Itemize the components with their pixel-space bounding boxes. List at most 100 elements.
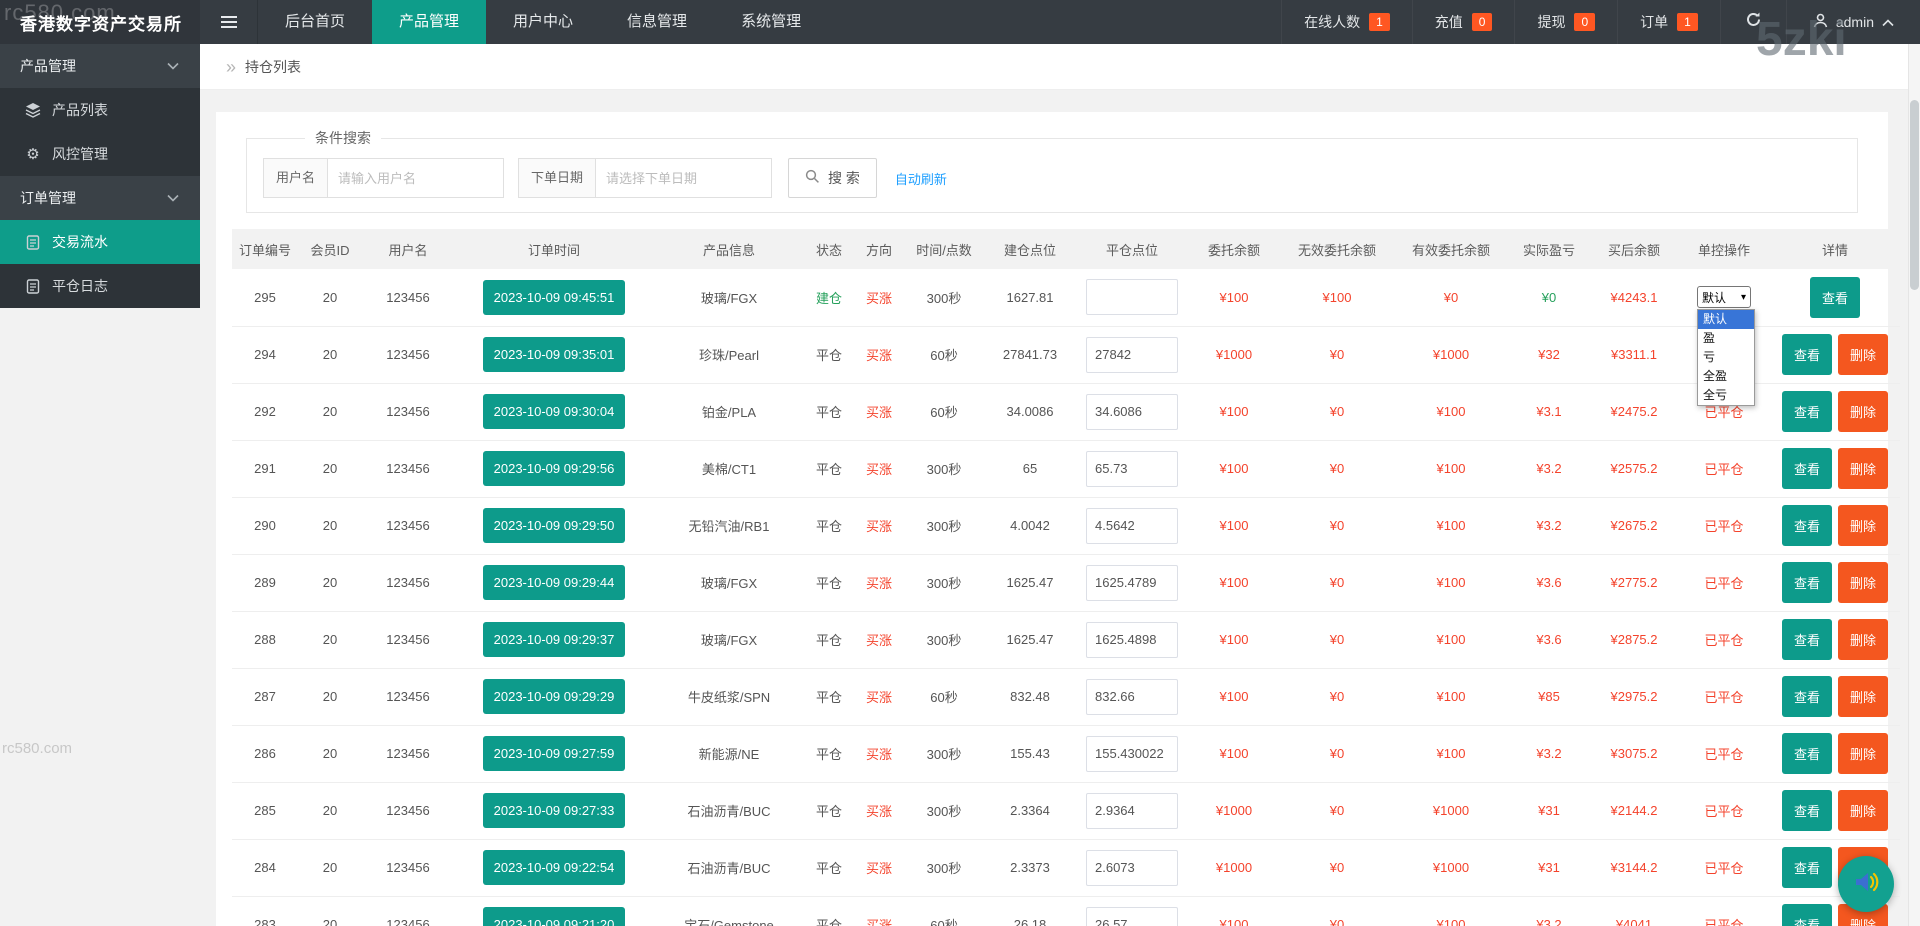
auto-refresh-link[interactable]: 自动刷新	[895, 169, 947, 188]
nav-item[interactable]: 系统管理	[714, 0, 828, 44]
delete-button[interactable]: 删除	[1838, 448, 1889, 489]
valid-entrust-balance: ¥100	[1436, 575, 1466, 590]
breadcrumb: » 持仓列表	[200, 44, 1920, 90]
layers-icon	[24, 102, 42, 118]
sidebar-group[interactable]: 产品管理	[0, 44, 200, 88]
view-button[interactable]: 查看	[1781, 562, 1832, 603]
select-option[interactable]: 全亏	[1698, 386, 1754, 405]
delete-button[interactable]: 删除	[1838, 619, 1889, 660]
sidebar-item[interactable]: 平仓日志	[0, 264, 200, 308]
open-point-cell: 1625.47	[984, 611, 1076, 669]
duration-cell: 300秒	[904, 725, 984, 783]
delete-button[interactable]: 删除	[1838, 334, 1889, 375]
product-cell: 宝石/Gemstone	[654, 896, 804, 926]
close-point-input[interactable]	[1086, 393, 1178, 430]
sound-notification-button[interactable]	[1838, 856, 1894, 912]
username-input[interactable]	[328, 158, 505, 198]
refresh-button[interactable]	[1719, 0, 1786, 44]
nav-item[interactable]: 用户中心	[486, 0, 600, 44]
control-cell: 已平仓	[1678, 668, 1770, 726]
view-button[interactable]: 查看	[1781, 334, 1832, 375]
entrust-cell: ¥100	[1188, 269, 1280, 327]
closed-status-label: 已平仓	[1704, 462, 1744, 477]
after-balance-value: ¥2575.2	[1610, 461, 1658, 476]
view-button[interactable]: 查看	[1781, 505, 1832, 546]
delete-button[interactable]: 删除	[1838, 562, 1889, 603]
delete-button[interactable]: 删除	[1838, 505, 1889, 546]
select-option[interactable]: 亏	[1698, 348, 1754, 367]
delete-button[interactable]: 删除	[1838, 733, 1889, 774]
delete-button[interactable]: 删除	[1838, 790, 1889, 831]
close-point-input[interactable]	[1086, 336, 1178, 373]
direction-cell: 买涨	[854, 269, 904, 327]
entrust-cell: ¥100	[1188, 383, 1280, 441]
view-button[interactable]: 查看	[1781, 904, 1832, 926]
entrust-balance: ¥1000	[1215, 347, 1253, 362]
after-balance-cell: ¥2144.2	[1590, 782, 1678, 840]
close-point-input[interactable]	[1086, 906, 1178, 926]
nav-stat[interactable]: 订单 1	[1617, 0, 1720, 44]
sidebar-item-label: 产品列表	[52, 102, 108, 118]
hamburger-menu-icon[interactable]	[200, 0, 258, 44]
open-point-cell: 2.3364	[984, 782, 1076, 840]
nav-item[interactable]: 后台首页	[258, 0, 372, 44]
view-button[interactable]: 查看	[1781, 733, 1832, 774]
select-option[interactable]: 全盈	[1698, 367, 1754, 386]
column-header: 时间/点数	[904, 229, 984, 269]
view-button[interactable]: 查看	[1781, 847, 1832, 888]
close-point-input[interactable]	[1086, 849, 1178, 886]
after-balance-cell: ¥2875.2	[1590, 611, 1678, 669]
view-button[interactable]: 查看	[1781, 619, 1832, 660]
select-option[interactable]: 盈	[1698, 329, 1754, 348]
invalid-entrust-balance: ¥0	[1329, 860, 1345, 875]
order-date-input[interactable]	[596, 158, 773, 198]
valid-entrust-balance: ¥100	[1436, 689, 1466, 704]
sidebar-item[interactable]: 产品列表	[0, 88, 200, 132]
close-point-input[interactable]	[1086, 564, 1178, 601]
user-menu[interactable]: admin	[1785, 0, 1920, 44]
control-select-box[interactable]: 默认 ▾	[1697, 286, 1751, 309]
control-select[interactable]: 默认 ▾ 默认盈亏全盈 全亏	[1697, 286, 1755, 407]
control-cell: 已平仓	[1678, 839, 1770, 897]
close-point-input[interactable]	[1086, 507, 1178, 544]
sidebar-item[interactable]: ⚙ 风控管理	[0, 132, 200, 176]
close-point-cell	[1076, 668, 1188, 726]
invalid-entrust-cell: ¥0	[1280, 839, 1394, 897]
status-cell: 平仓	[804, 326, 854, 384]
delete-button[interactable]: 删除	[1838, 676, 1889, 717]
order-time-badge: 2023-10-09 09:22:54	[482, 850, 626, 885]
sidebar-item[interactable]: 交易流水	[0, 220, 200, 264]
status-cell: 平仓	[804, 497, 854, 555]
close-point-input[interactable]	[1086, 279, 1178, 316]
nav-stat-badge: 1	[1677, 13, 1698, 31]
close-point-input[interactable]	[1086, 450, 1178, 487]
delete-button[interactable]: 删除	[1838, 391, 1889, 432]
scrollbar-thumb[interactable]	[1910, 100, 1919, 290]
watermark-bottom-left: rc580.com	[2, 740, 73, 757]
nav-item[interactable]: 产品管理	[372, 0, 487, 44]
close-point-input[interactable]	[1086, 792, 1178, 829]
nav-stat[interactable]: 充值 0	[1411, 0, 1515, 44]
close-point-input[interactable]	[1086, 621, 1178, 658]
view-button[interactable]: 查看	[1781, 676, 1832, 717]
nav-stat[interactable]: 提现 0	[1514, 0, 1617, 44]
nav-item[interactable]: 信息管理	[600, 0, 714, 44]
close-point-input[interactable]	[1086, 678, 1178, 715]
page-scrollbar[interactable]	[1908, 44, 1920, 926]
close-point-cell	[1076, 269, 1188, 327]
after-balance-value: ¥2675.2	[1610, 518, 1658, 533]
view-button[interactable]: 查看	[1781, 790, 1832, 831]
search-button[interactable]: 搜 索	[788, 158, 877, 198]
select-option[interactable]: 默认	[1698, 310, 1754, 330]
view-button[interactable]: 查看	[1809, 276, 1860, 318]
close-point-cell	[1076, 326, 1188, 384]
nav-stat[interactable]: 在线人数 1	[1281, 0, 1412, 44]
sidebar-group[interactable]: 订单管理	[0, 176, 200, 220]
view-button[interactable]: 查看	[1781, 391, 1832, 432]
valid-entrust-cell: ¥100	[1394, 611, 1508, 669]
close-point-input[interactable]	[1086, 735, 1178, 772]
entrust-cell: ¥100	[1188, 896, 1280, 926]
username-cell: 123456	[362, 326, 454, 384]
view-button[interactable]: 查看	[1781, 448, 1832, 489]
close-point-cell	[1076, 782, 1188, 840]
